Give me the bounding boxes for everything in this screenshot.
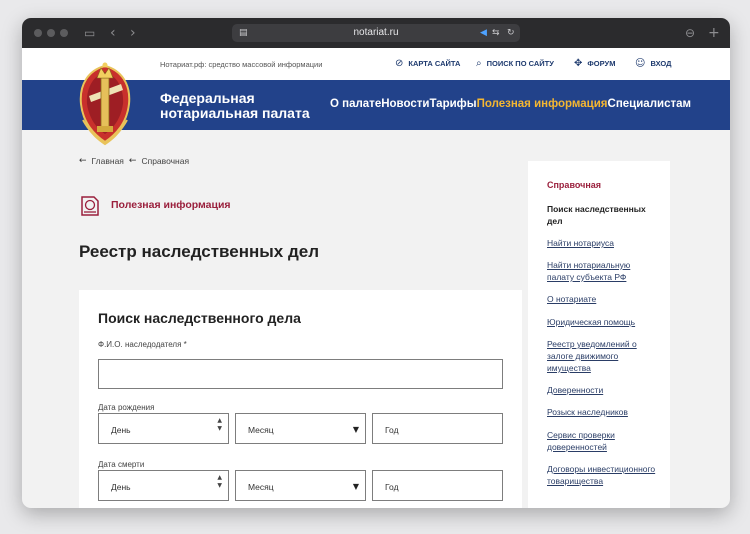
death-date-label: Дата смерти bbox=[98, 460, 145, 469]
reload-icon[interactable]: ↻ bbox=[507, 24, 515, 42]
sidebar-link-pledge-registry[interactable]: Реестр уведомлений о залоге движимого им… bbox=[547, 338, 659, 374]
speaker-icon[interactable]: ◀ bbox=[480, 24, 487, 42]
birth-year-input[interactable]: Год bbox=[372, 413, 503, 444]
spin-arrows-icon: ▲ ▼ bbox=[217, 417, 222, 432]
download-icon[interactable]: ⊖ bbox=[685, 18, 695, 48]
forum-label: ФОРУМ bbox=[587, 59, 616, 68]
sidebar-link-powers-of-attorney[interactable]: Доверенности bbox=[547, 384, 659, 396]
login-link[interactable]: ☺ ВХОД bbox=[635, 58, 671, 69]
search-form-card: Поиск наследственного дела Ф.И.О. наслед… bbox=[79, 290, 522, 508]
birth-day-select[interactable]: День ▲ ▼ bbox=[98, 413, 229, 444]
sitemap-label: КАРТА САЙТА bbox=[408, 59, 461, 68]
browser-window: ▭ ‹ › ▤ notariat.ru ◀ ⇆ ↻ ⊖ + Нотариат.р… bbox=[22, 18, 730, 508]
translate-icon[interactable]: ⇆ bbox=[492, 24, 500, 42]
brand-line-2: нотариальная палата bbox=[160, 105, 310, 121]
sidebar-link-poa-check[interactable]: Сервис проверки доверенностей bbox=[547, 429, 659, 453]
nav-news[interactable]: Новости bbox=[381, 98, 429, 110]
death-day-value: День bbox=[111, 482, 131, 492]
breadcrumb: ← Главная ← Справочная bbox=[79, 156, 189, 166]
death-day-select[interactable]: День ▲ ▼ bbox=[98, 470, 229, 501]
sitemap-link[interactable]: ⊘ КАРТА САЙТА bbox=[395, 58, 460, 69]
sidebar-item-current: Поиск наследственных дел bbox=[547, 204, 646, 226]
birth-month-value: Месяц bbox=[248, 425, 274, 435]
death-year-value: Год bbox=[385, 482, 399, 492]
nav-tariffs[interactable]: Тарифы bbox=[429, 98, 476, 110]
forward-icon[interactable]: › bbox=[130, 18, 136, 48]
breadcrumb-reference[interactable]: Справочная bbox=[141, 156, 189, 166]
search-icon: ⌕ bbox=[476, 58, 482, 69]
sidebar-link-about-notariat[interactable]: О нотариате bbox=[547, 293, 659, 305]
birth-day-value: День bbox=[111, 425, 131, 435]
nav-useful-info[interactable]: Полезная информация bbox=[477, 98, 608, 110]
sidebar-link-investment-agreements[interactable]: Договоры инвестиционного товарищества bbox=[547, 463, 659, 487]
site-tagline: Нотариат.рф: средство массовой информаци… bbox=[160, 60, 323, 69]
arrow-left-icon: ← bbox=[128, 156, 137, 166]
main-navigation: О палате Новости Тарифы Полезная информа… bbox=[330, 98, 691, 110]
death-month-select[interactable]: Месяц ▼ bbox=[235, 470, 366, 501]
forum-icon: ✥ bbox=[574, 58, 583, 69]
sidebar-link-legal-help[interactable]: Юридическая помощь bbox=[547, 316, 659, 328]
address-bar[interactable]: ▤ notariat.ru ◀ ⇆ ↻ bbox=[232, 24, 520, 42]
user-icon: ☺ bbox=[635, 58, 646, 69]
forum-link[interactable]: ✥ ФОРУМ bbox=[574, 58, 615, 69]
login-label: ВХОД bbox=[650, 59, 672, 68]
url-text: notariat.ru bbox=[353, 27, 399, 38]
page-title: Реестр наследственных дел bbox=[79, 242, 320, 261]
chevron-down-icon: ▼ bbox=[352, 482, 359, 491]
compass-icon: ⊘ bbox=[395, 58, 404, 69]
nav-about[interactable]: О палате bbox=[330, 98, 381, 110]
sidebar-link-find-notary[interactable]: Найти нотариуса bbox=[547, 237, 659, 249]
site-search-link[interactable]: ⌕ ПОИСК ПО САЙТУ bbox=[476, 58, 554, 69]
breadcrumb-home[interactable]: Главная bbox=[92, 156, 124, 166]
minimize-window-button[interactable] bbox=[47, 29, 55, 37]
maximize-window-button[interactable] bbox=[60, 29, 68, 37]
arrow-left-icon: ← bbox=[79, 156, 87, 166]
nav-specialists[interactable]: Специалистам bbox=[608, 98, 692, 110]
close-window-button[interactable] bbox=[34, 29, 42, 37]
back-icon[interactable]: ‹ bbox=[110, 18, 116, 48]
sidebar-heading: Справочная bbox=[547, 180, 602, 190]
chevron-down-icon: ▼ bbox=[352, 425, 359, 434]
reference-sidebar: Справочная Поиск наследственных дел Найт… bbox=[528, 161, 670, 508]
spin-arrows-icon: ▲ ▼ bbox=[217, 474, 222, 489]
sidebar-link-heir-search[interactable]: Розыск наследников bbox=[547, 406, 659, 418]
sidebar-icon[interactable]: ▭ bbox=[84, 18, 95, 48]
death-month-value: Месяц bbox=[248, 482, 274, 492]
new-tab-icon[interactable]: + bbox=[708, 18, 720, 48]
deceased-name-input[interactable] bbox=[98, 359, 503, 389]
name-field-label: Ф.И.О. наследодателя * bbox=[98, 340, 187, 349]
site-search-label: ПОИСК ПО САЙТУ bbox=[486, 59, 554, 68]
death-year-input[interactable]: Год bbox=[372, 470, 503, 501]
site-brand[interactable]: Федеральная нотариальная палата bbox=[160, 91, 310, 121]
form-title: Поиск наследственного дела bbox=[98, 310, 301, 326]
birth-year-value: Год bbox=[385, 425, 399, 435]
birth-date-label: Дата рождения bbox=[98, 403, 155, 412]
notary-chamber-emblem[interactable] bbox=[77, 60, 133, 148]
sidebar-link-find-chamber[interactable]: Найти нотариальную палату субъекта РФ bbox=[547, 259, 659, 283]
birth-month-select[interactable]: Месяц ▼ bbox=[235, 413, 366, 444]
browser-toolbar: ▭ ‹ › ▤ notariat.ru ◀ ⇆ ↻ ⊖ + bbox=[22, 18, 730, 48]
section-title: Полезная информация bbox=[111, 199, 231, 211]
brand-line-1: Федеральная bbox=[160, 90, 255, 106]
document-chat-icon bbox=[81, 196, 99, 216]
